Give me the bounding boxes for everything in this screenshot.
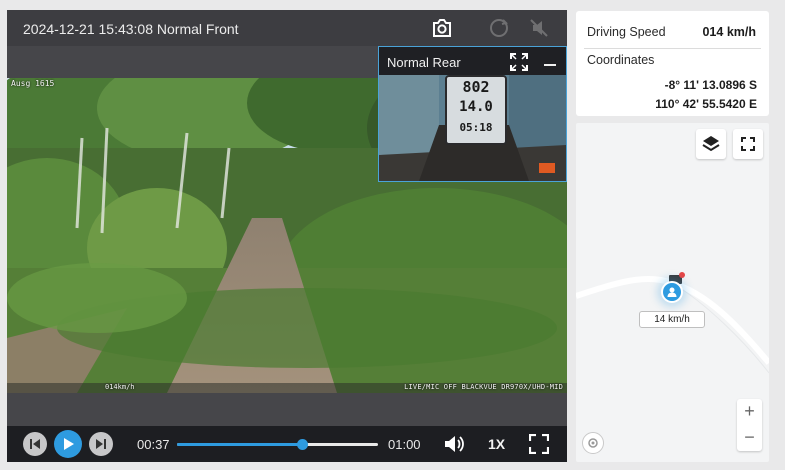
video-osd-top-left: Ausg 1615 bbox=[11, 79, 55, 88]
rear-pip-title: Normal Rear bbox=[387, 55, 461, 70]
next-button[interactable] bbox=[89, 432, 113, 456]
minimize-icon[interactable] bbox=[544, 64, 556, 66]
video-player: 2024-12-21 15:43:08 Normal Front Ausg 16… bbox=[7, 10, 567, 462]
zoom-control: + − bbox=[737, 399, 762, 451]
player-header: 2024-12-21 15:43:08 Normal Front bbox=[7, 10, 567, 46]
video-osd-brand: LIVE/MIC OFF BLACKVUE DR970X/UHD-MID bbox=[404, 383, 563, 391]
skip-forward-icon bbox=[96, 439, 106, 449]
playback-rate-button[interactable]: 1X bbox=[488, 436, 505, 452]
rear-video-frame: 802 14.0 05:18 bbox=[379, 75, 566, 181]
zoom-out-button[interactable]: − bbox=[737, 425, 762, 451]
longitude-value: 110° 42' 55.5420 E bbox=[655, 97, 757, 111]
video-osd-speed: 014km/h bbox=[105, 383, 135, 391]
latitude-value: -8° 11' 13.0896 S bbox=[664, 78, 757, 92]
gauge-line-2: 14.0 bbox=[459, 99, 493, 115]
no-sound-icon[interactable] bbox=[527, 16, 551, 40]
player-title: 2024-12-21 15:43:08 Normal Front bbox=[23, 21, 239, 37]
seek-bar[interactable] bbox=[177, 439, 378, 450]
play-button[interactable] bbox=[54, 430, 82, 458]
gauge-line-3: 05:18 bbox=[459, 121, 493, 134]
camera-icon[interactable] bbox=[430, 16, 454, 40]
zoom-in-button[interactable]: + bbox=[737, 399, 762, 425]
vehicle-position-marker[interactable] bbox=[661, 281, 683, 303]
seek-handle[interactable] bbox=[296, 439, 308, 450]
map-fullscreen-icon[interactable] bbox=[733, 129, 763, 159]
trip-info-panel: Driving Speed 014 km/h Coordinates -8° 1… bbox=[576, 11, 769, 116]
expand-icon[interactable] bbox=[510, 53, 528, 71]
layers-icon[interactable] bbox=[696, 129, 726, 159]
volume-icon[interactable] bbox=[443, 434, 465, 454]
skip-back-icon bbox=[30, 439, 40, 449]
coordinates-label: Coordinates bbox=[587, 53, 655, 67]
seek-progress bbox=[177, 443, 302, 446]
driving-speed-label: Driving Speed bbox=[587, 25, 666, 39]
play-icon bbox=[64, 438, 74, 450]
gauge-line-1: 802 bbox=[462, 78, 490, 96]
rear-pip-header: Normal Rear bbox=[379, 47, 566, 75]
rear-camera-pip[interactable]: Normal Rear 802 14.0 05:18 bbox=[378, 46, 567, 182]
driving-speed-value: 014 km/h bbox=[702, 25, 756, 39]
person-icon bbox=[667, 287, 677, 297]
end-time: 01:00 bbox=[388, 437, 421, 452]
playback-controls: 00:37 01:00 1X bbox=[7, 426, 567, 462]
fullscreen-icon[interactable] bbox=[528, 433, 550, 455]
current-time: 00:37 bbox=[137, 437, 170, 452]
locate-icon[interactable] bbox=[582, 432, 604, 454]
rotate-icon[interactable] bbox=[487, 16, 511, 40]
marker-speed-label: 14 km/h bbox=[639, 311, 705, 328]
divider bbox=[584, 48, 761, 49]
previous-button[interactable] bbox=[23, 432, 47, 456]
speedometer-display: 802 14.0 05:18 bbox=[445, 75, 507, 145]
map-view[interactable]: 14 km/h + − bbox=[576, 123, 769, 462]
